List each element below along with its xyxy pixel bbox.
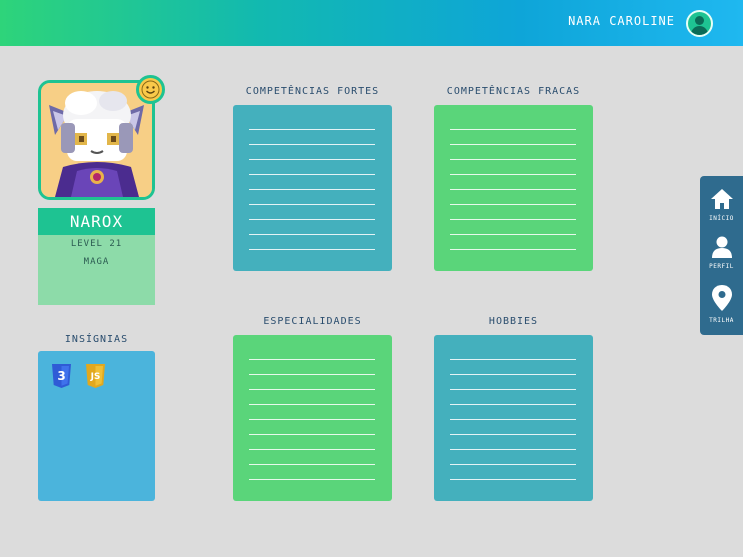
card-ruled-line xyxy=(450,479,576,480)
svg-text:JS: JS xyxy=(90,372,101,382)
card-ruled-line xyxy=(450,129,576,130)
card-ruled-line xyxy=(450,159,576,160)
character-portrait xyxy=(38,80,155,200)
side-navigation: INÍCIO PERFIL TRILHA xyxy=(700,176,743,335)
card-ruled-line xyxy=(450,389,576,390)
card-ruled-line xyxy=(249,189,375,190)
nav-home[interactable]: INÍCIO xyxy=(700,188,743,222)
card-ruled-line xyxy=(450,449,576,450)
card-ruled-line xyxy=(450,219,576,220)
card-ruled-line xyxy=(249,234,375,235)
weak-skills-card[interactable] xyxy=(434,105,593,271)
home-icon xyxy=(710,189,733,209)
nav-profile[interactable]: PERFIL xyxy=(700,236,743,270)
nav-trail-label: TRILHA xyxy=(709,317,734,324)
card-ruled-line xyxy=(249,174,375,175)
card-ruled-line xyxy=(249,144,375,145)
card-ruled-line xyxy=(249,359,375,360)
character-level: LEVEL 21 xyxy=(70,239,123,249)
card-ruled-line xyxy=(450,434,576,435)
card-ruled-line xyxy=(249,159,375,160)
js-badge-icon[interactable]: JS xyxy=(85,364,106,388)
card-ruled-line xyxy=(450,419,576,420)
user-avatar-icon[interactable] xyxy=(686,10,713,37)
card-ruled-line xyxy=(450,374,576,375)
weak-skills-title: COMPETÊNCIAS FRACAS xyxy=(446,86,581,97)
card-ruled-line xyxy=(450,144,576,145)
card-ruled-line xyxy=(450,234,576,235)
css3-badge-icon[interactable]: 3 xyxy=(51,364,72,388)
card-ruled-line xyxy=(450,204,576,205)
specialties-card[interactable] xyxy=(233,335,392,501)
hobbies-card[interactable] xyxy=(434,335,593,501)
hobbies-title: HOBBIES xyxy=(488,316,539,327)
card-ruled-line xyxy=(249,479,375,480)
card-ruled-line xyxy=(249,464,375,465)
user-icon xyxy=(711,236,732,258)
character-class: MAGA xyxy=(83,257,110,267)
card-ruled-line xyxy=(249,419,375,420)
map-pin-icon xyxy=(711,285,732,311)
character-info: LEVEL 21 MAGA xyxy=(38,235,155,305)
card-ruled-line xyxy=(450,404,576,405)
card-ruled-line xyxy=(249,389,375,390)
badges-panel: 3 JS xyxy=(38,351,155,501)
card-ruled-line xyxy=(450,189,576,190)
card-ruled-line xyxy=(249,219,375,220)
top-bar: NARA CAROLINE xyxy=(0,0,743,46)
strong-skills-card[interactable] xyxy=(233,105,392,271)
card-ruled-line xyxy=(249,204,375,205)
card-ruled-line xyxy=(249,249,375,250)
card-ruled-line xyxy=(450,359,576,360)
user-name[interactable]: NARA CAROLINE xyxy=(568,14,675,28)
badges-title: INSÍGNIAS xyxy=(64,334,129,345)
character-name: NAROX xyxy=(38,208,155,235)
nav-trail[interactable]: TRILHA xyxy=(700,284,743,324)
specialties-title: ESPECIALIDADES xyxy=(263,316,362,327)
card-ruled-line xyxy=(450,174,576,175)
nav-home-label: INÍCIO xyxy=(709,215,734,222)
card-ruled-line xyxy=(249,449,375,450)
nav-profile-label: PERFIL xyxy=(709,263,734,270)
card-ruled-line xyxy=(450,249,576,250)
strong-skills-title: COMPETÊNCIAS FORTES xyxy=(245,86,380,97)
svg-text:3: 3 xyxy=(57,369,65,383)
card-ruled-line xyxy=(249,434,375,435)
card-ruled-line xyxy=(249,404,375,405)
smiley-face-icon[interactable] xyxy=(136,75,165,104)
card-ruled-line xyxy=(249,374,375,375)
card-ruled-line xyxy=(450,464,576,465)
card-ruled-line xyxy=(249,129,375,130)
